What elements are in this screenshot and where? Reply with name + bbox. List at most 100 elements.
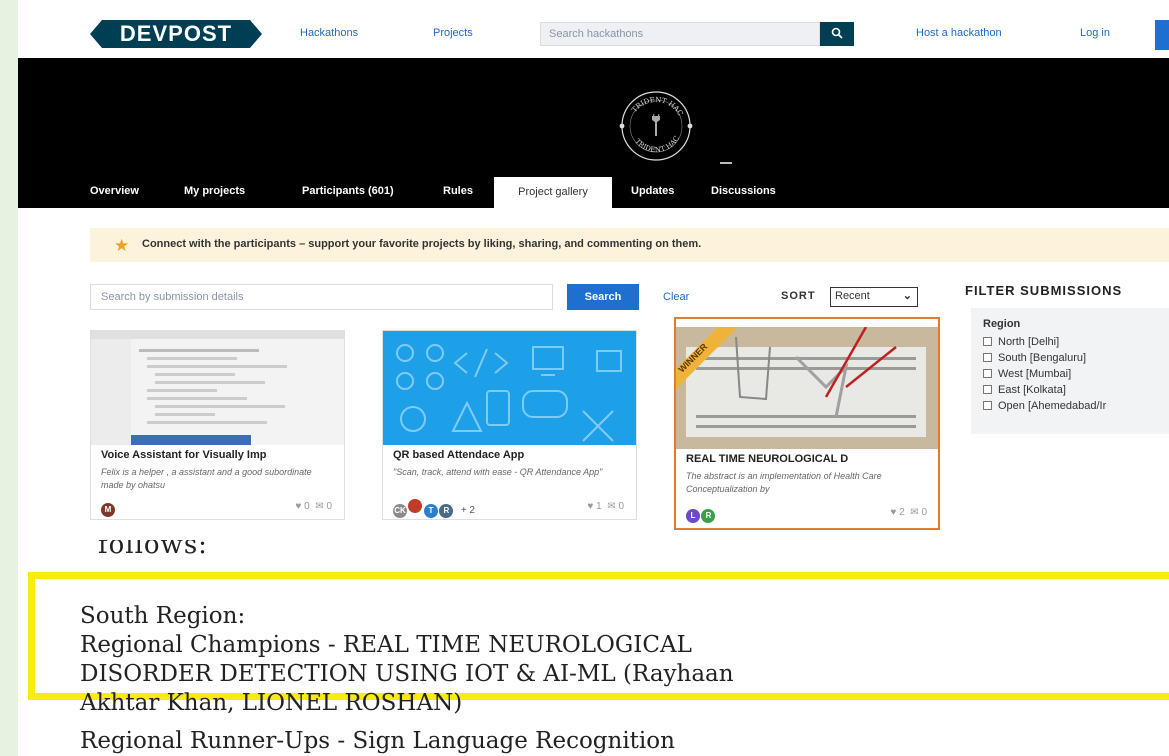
search-button[interactable] [820, 22, 854, 46]
article-text: Regional Runner-Ups - Sign Language Reco… [80, 728, 675, 754]
article-cutoff-bottom: Regional Runner-Ups - Sign Language Reco… [80, 728, 1160, 756]
region-label: West [Mumbai] [998, 368, 1072, 380]
login-link[interactable]: Log in [1080, 27, 1110, 39]
project-footer: L R ♥ 2 ✉ 0 [686, 505, 931, 523]
submission-search-button[interactable]: Search [567, 284, 639, 310]
sort-label: SORT [781, 290, 816, 302]
comment-icon: ✉ [315, 501, 324, 512]
sort-select[interactable]: Recent ⌄ [830, 287, 918, 307]
like-count: 0 [304, 501, 310, 512]
region-option-east[interactable]: East [Kolkata] [983, 384, 1157, 400]
project-thumbnail [383, 331, 636, 445]
host-hackathon-link[interactable]: Host a hackathon [916, 27, 1002, 39]
region-label: East [Kolkata] [998, 384, 1066, 396]
submission-search-input[interactable]: Search by submission details [90, 284, 553, 310]
project-description: The abstract is an implementation of Hea… [686, 471, 882, 494]
checkbox[interactable] [983, 353, 992, 362]
comment-count: 0 [618, 501, 624, 512]
avatar[interactable]: T [423, 504, 438, 518]
region-title: Region [983, 318, 1021, 330]
project-title[interactable]: Voice Assistant for Visually Imp [101, 449, 336, 461]
tab-updates[interactable]: Updates [631, 185, 674, 197]
project-description: Felix is a helper , a assistant and a go… [101, 467, 312, 490]
project-card[interactable]: Voice Assistant for Visually Imp Felix i… [90, 330, 345, 520]
star-icon: ★ [114, 236, 130, 255]
region-label: South [Bengaluru] [998, 352, 1087, 364]
region-option-south[interactable]: South [Bengaluru] [983, 352, 1157, 368]
svg-text:TRIDENT HACKS: TRIDENT HACKS [608, 78, 684, 117]
comment-icon: ✉ [910, 507, 919, 518]
project-thumbnail: WINNER [676, 327, 938, 449]
project-stats: ♥ 0 ✉ 0 [295, 501, 332, 512]
heart-icon: ♥ [295, 501, 302, 512]
comment-icon: ✉ [607, 501, 616, 512]
region-option-north[interactable]: North [Delhi] [983, 336, 1157, 352]
hero-divider [720, 162, 732, 164]
avatar[interactable]: L [686, 509, 700, 523]
logo-text: DEVPOST [119, 21, 233, 46]
winner-ribbon: WINNER [676, 327, 738, 389]
chevron-down-icon: ⌄ [902, 290, 912, 302]
screenshot-frame: DEVPOST Hackathons Projects Search hacka… [18, 0, 1169, 756]
clear-link[interactable]: Clear [663, 291, 689, 303]
like-count: 2 [899, 507, 905, 518]
signup-button-edge[interactable] [1155, 20, 1169, 50]
project-title[interactable]: QR based Attendace App [393, 449, 628, 461]
heart-icon: ♥ [587, 501, 594, 512]
avatar[interactable]: R [701, 509, 716, 523]
search-hackathons-input[interactable]: Search hackathons [540, 22, 820, 46]
search-icon [831, 27, 843, 39]
filter-title: FILTER SUBMISSIONS [965, 283, 1123, 298]
avatar[interactable]: M [101, 503, 115, 517]
svg-text:TRIDENT HACKS: TRIDENT HACKS [608, 78, 681, 154]
participant-notice: ★ Connect with the participants – suppor… [90, 228, 1169, 262]
emblem-text-bottom: TRIDENT HACKS [608, 78, 681, 154]
project-description: "Scan, track, attend with ease - QR Atte… [393, 467, 603, 477]
project-footer: CK T R + 2 ♥ 1 ✉ 0 [393, 499, 628, 518]
tab-rules[interactable]: Rules [443, 185, 473, 197]
emblem-text-top: TRIDENT HACKS [608, 78, 684, 117]
article-text: follows: [98, 540, 208, 560]
checkbox[interactable] [983, 401, 992, 410]
checkbox[interactable] [983, 337, 992, 346]
article-line: DISORDER DETECTION USING IOT & AI-ML (Ra… [80, 661, 734, 687]
tab-project-gallery[interactable]: Project gallery [494, 177, 612, 208]
nav-projects[interactable]: Projects [433, 27, 473, 39]
tech-icons-thumbnail [396, 344, 622, 442]
region-option-open[interactable]: Open [Ahemedabad/Ir [983, 400, 1157, 416]
checkbox[interactable] [983, 369, 992, 378]
comment-count: 0 [921, 507, 927, 518]
project-stats: ♥ 1 ✉ 0 [587, 501, 624, 512]
comment-count: 0 [326, 501, 332, 512]
avatar[interactable] [408, 499, 423, 513]
like-count: 1 [596, 501, 602, 512]
region-label: Open [Ahemedabad/Ir [998, 400, 1107, 412]
tab-my-projects[interactable]: My projects [184, 185, 245, 197]
code-screenshot-thumbnail [91, 331, 344, 445]
sort-value: Recent [835, 290, 870, 302]
filter-panel: Region North [Delhi] South [Bengaluru] W… [971, 308, 1169, 434]
checkbox[interactable] [983, 385, 992, 394]
project-card-winner[interactable]: WINNER REAL TIME NEUROLOGICAL D The abst… [674, 317, 940, 530]
nav-hackathons[interactable]: Hackathons [300, 27, 358, 39]
article-line: South Region: [80, 603, 246, 629]
tab-participants[interactable]: Participants (601) [302, 185, 394, 197]
article-line: Regional Champions - REAL TIME NEUROLOGI… [80, 632, 692, 658]
tab-overview[interactable]: Overview [90, 185, 139, 197]
region-label: North [Delhi] [998, 336, 1060, 348]
project-footer: M ♥ 0 ✉ 0 [101, 499, 336, 517]
project-thumbnail [91, 331, 344, 445]
heart-icon: ♥ [890, 507, 897, 518]
article-cutoff-top: follows: [98, 540, 298, 566]
project-stats: ♥ 2 ✉ 0 [890, 507, 927, 518]
project-title[interactable]: REAL TIME NEUROLOGICAL D [686, 453, 931, 465]
project-card[interactable]: QR based Attendace App "Scan, track, att… [382, 330, 637, 520]
article-line: Akhtar Khan, LIONEL ROSHAN) [80, 690, 463, 716]
avatar[interactable]: CK [393, 504, 407, 518]
more-members[interactable]: + 2 [461, 505, 475, 516]
tab-discussions[interactable]: Discussions [711, 185, 776, 197]
avatar[interactable]: R [439, 504, 454, 518]
devpost-logo[interactable]: DEVPOST [90, 20, 262, 48]
region-option-west[interactable]: West [Mumbai] [983, 368, 1157, 384]
notice-text: Connect with the participants – support … [142, 238, 702, 250]
